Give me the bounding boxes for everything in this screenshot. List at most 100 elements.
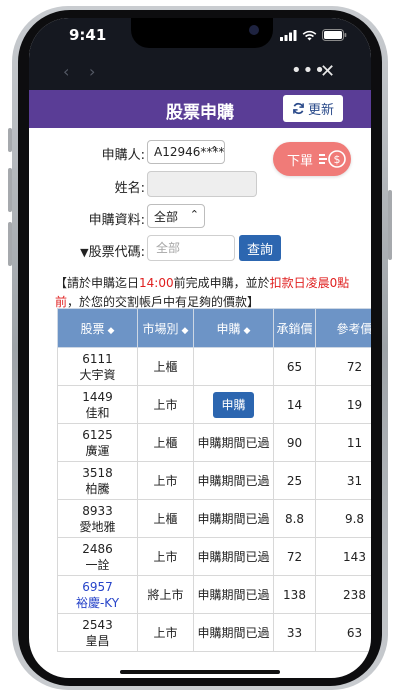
table-row: 1449 佳和 上市 申購 14 19	[57, 385, 371, 424]
applicant-select[interactable]: A12946**** ⌃	[147, 140, 225, 164]
market-cell: 上櫃	[137, 499, 194, 538]
stock-cell: 2486 一詮	[57, 537, 138, 576]
column-header-ref: 參考價	[315, 308, 371, 348]
volume-down-button	[8, 222, 12, 266]
coin-list-icon: $	[319, 150, 346, 168]
stock-cell: 3518 柏騰	[57, 461, 138, 500]
signal-icon	[280, 29, 297, 41]
sort-icon: ◆	[243, 325, 251, 336]
applicant-label: 申購人:	[101, 148, 145, 163]
power-button	[388, 190, 392, 260]
price-cell: 25	[273, 461, 316, 500]
market-cell: 上市	[137, 385, 194, 424]
battery-icon	[322, 29, 347, 41]
column-header-apply[interactable]: 申購 ◆	[193, 308, 274, 348]
sort-icon: ◆	[181, 325, 189, 336]
market-cell: 上市	[137, 537, 194, 576]
order-label: 下單	[287, 153, 314, 169]
status-cell: 申購	[193, 385, 274, 424]
deadline-time: 14:00	[139, 276, 174, 290]
ref-cell: 19	[315, 385, 371, 424]
data-select[interactable]: 全部 ⌃	[147, 204, 205, 228]
price-cell: 138	[273, 575, 316, 614]
mute-switch	[8, 128, 12, 152]
table-row: 2486 一詮 上市 申購期間已過 72 143	[57, 537, 371, 576]
home-indicator	[120, 670, 280, 674]
ref-cell: 11	[315, 423, 371, 462]
status-cell: 申購期間已過	[193, 423, 274, 462]
stock-cell: 1449 佳和	[57, 385, 138, 424]
data-label: 申購資料:	[88, 213, 145, 228]
status-time: 9:41	[69, 26, 107, 44]
status-cell: 申購期間已過	[193, 613, 274, 652]
back-icon[interactable]: ‹	[63, 62, 69, 81]
status-cell	[193, 347, 274, 386]
stock-cell: 8933 愛地雅	[57, 499, 138, 538]
status-cell: 申購期間已過	[193, 537, 274, 576]
price-cell: 33	[273, 613, 316, 652]
forward-icon[interactable]: ›	[89, 62, 95, 81]
table-row: 6125 廣運 上櫃 申購期間已過 90 11	[57, 423, 371, 462]
ref-cell: 238	[315, 575, 371, 614]
ref-cell: 31	[315, 461, 371, 500]
ref-cell: 143	[315, 537, 371, 576]
ref-cell: 63	[315, 613, 371, 652]
wifi-icon	[302, 30, 317, 40]
stock-cell: 6111 大宇資	[57, 347, 138, 386]
chevron-updown-icon: ⌃	[209, 144, 219, 157]
ref-cell: 72	[315, 347, 371, 386]
market-cell: 上櫃	[137, 423, 194, 462]
phone-screen: 9:41 ‹ › ••• ✕ 股票申購 更新 申購人: A12946**** ⌃…	[29, 18, 371, 678]
market-cell: 上櫃	[137, 347, 194, 386]
notice-text: 【請於申購迄日14:00前完成申購，並於扣款日凌晨0點前，於您的交割帳戶中有足夠…	[55, 276, 350, 309]
status-bar: 9:41	[29, 18, 371, 58]
front-camera	[249, 25, 259, 35]
svg-text:$: $	[334, 153, 341, 166]
stock-cell[interactable]: 6957 裕慶-KY	[57, 575, 138, 614]
name-field[interactable]	[147, 171, 257, 197]
table-row: 3518 柏騰 上市 申購期間已過 25 31	[57, 461, 371, 500]
price-cell: 90	[273, 423, 316, 462]
filter-icon: ▼	[80, 246, 89, 259]
table-row: 2543 皇昌 上市 申購期間已過 33 63	[57, 613, 371, 652]
ref-cell: 9.8	[315, 499, 371, 538]
order-button[interactable]: 下單 $	[273, 142, 351, 176]
apply-button[interactable]: 申購	[213, 391, 254, 418]
query-button[interactable]: 查詢	[239, 235, 281, 261]
volume-up-button	[8, 168, 12, 212]
table-header-row: 股票 ◆ 市場別 ◆ 申購 ◆ 承銷價 參考價	[57, 308, 371, 348]
ipo-table: 股票 ◆ 市場別 ◆ 申購 ◆ 承銷價 參考價 6111 大宇資 上櫃 65 72 14…	[57, 308, 371, 652]
table-row: 6111 大宇資 上櫃 65 72	[57, 347, 371, 386]
stock-cell: 2543 皇昌	[57, 613, 138, 652]
stock-cell: 6125 廣運	[57, 423, 138, 462]
status-icons	[280, 29, 347, 41]
market-cell: 上市	[137, 613, 194, 652]
price-cell: 65	[273, 347, 316, 386]
market-cell: 將上市	[137, 575, 194, 614]
ipo-table-wrapper[interactable]: 股票 ◆ 市場別 ◆ 申購 ◆ 承銷價 參考價 6111 大宇資 上櫃 65 72 14…	[57, 308, 371, 678]
data-value: 全部	[154, 209, 179, 224]
price-cell: 8.8	[273, 499, 316, 538]
refresh-label: 更新	[307, 103, 334, 118]
status-cell: 申購期間已過	[193, 499, 274, 538]
app-header: 股票申購 更新	[29, 90, 371, 128]
market-cell: 上市	[137, 461, 194, 500]
column-header-market[interactable]: 市場別 ◆	[137, 308, 194, 348]
column-header-price: 承銷價	[273, 308, 316, 348]
stock-code-input[interactable]: 全部	[147, 235, 235, 261]
price-cell: 72	[273, 537, 316, 576]
close-icon[interactable]: ✕	[320, 61, 335, 82]
chevron-updown-icon: ⌃	[189, 208, 199, 221]
code-label: ▼股票代碼:	[80, 245, 145, 260]
status-cell: 申購期間已過	[193, 575, 274, 614]
browser-nav-bar: ‹ › ••• ✕	[29, 58, 371, 90]
refresh-button[interactable]: 更新	[283, 95, 343, 122]
notch	[131, 18, 273, 48]
name-label: 姓名:	[114, 181, 145, 196]
table-row: 8933 愛地雅 上櫃 申購期間已過 8.8 9.8	[57, 499, 371, 538]
column-header-stock[interactable]: 股票 ◆	[57, 308, 138, 348]
sort-icon: ◆	[107, 325, 115, 336]
table-row: 6957 裕慶-KY 將上市 申購期間已過 138 238	[57, 575, 371, 614]
refresh-icon	[293, 102, 304, 115]
price-cell: 14	[273, 385, 316, 424]
